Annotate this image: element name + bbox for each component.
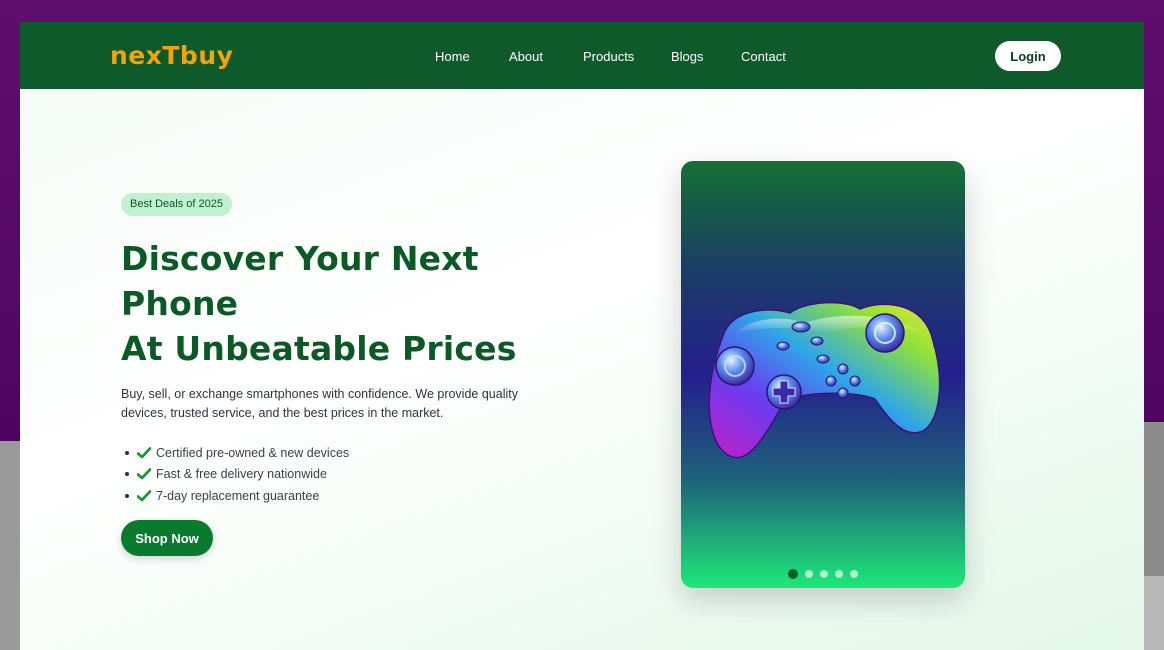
login-button[interactable]: Login [995, 41, 1061, 71]
hero-title-line-2: Phone [121, 284, 239, 323]
deals-badge: Best Deals of 2025 [121, 193, 232, 216]
bullet-dot [125, 450, 129, 455]
shop-now-button[interactable]: Shop Now [121, 520, 213, 556]
hero-description: Buy, sell, or exchange smartphones with … [121, 387, 518, 420]
carousel-dot-5[interactable] [850, 570, 858, 578]
hero-title: Discover Your Next Phone At Unbeatable P… [121, 236, 571, 371]
carousel-dot-4[interactable] [835, 570, 843, 578]
nav-link-contact[interactable]: Contact [741, 49, 786, 64]
hero-title-line-3: At Unbeatable Prices [121, 329, 517, 368]
nav-link-products[interactable]: Products [583, 49, 634, 64]
nav-link-home[interactable]: Home [435, 49, 470, 64]
navbar: nexTbuy Home About Products Blogs Contac… [20, 22, 1144, 89]
carousel-dot-3[interactable] [820, 570, 828, 578]
nav-link-about[interactable]: About [509, 49, 543, 64]
game-controller-icon [708, 301, 941, 459]
feature-list: Certified pre-owned & new devices Fast &… [125, 442, 349, 507]
carousel-dot-2[interactable] [805, 570, 813, 578]
background-right-strip [1144, 422, 1164, 576]
check-icon [137, 468, 151, 480]
check-icon [137, 489, 151, 502]
check-icon [137, 446, 151, 459]
feature-item: Certified pre-owned & new devices [125, 442, 349, 464]
hero-title-line-1: Discover Your Next [121, 239, 479, 278]
feature-item: 7-day replacement guarantee [125, 485, 349, 507]
page: nexTbuy Home About Products Blogs Contac… [20, 22, 1144, 650]
product-carousel[interactable] [681, 161, 965, 588]
feature-text: 7-day replacement guarantee [156, 488, 320, 503]
bullet-dot [125, 472, 129, 477]
bullet-dot [125, 493, 129, 498]
feature-item: Fast & free delivery nationwide [125, 464, 349, 486]
background-left-strip [0, 441, 20, 650]
nav-link-blogs[interactable]: Blogs [671, 49, 704, 64]
feature-text: Certified pre-owned & new devices [156, 445, 350, 460]
carousel-dots [681, 568, 965, 580]
carousel-dot-1[interactable] [788, 569, 798, 579]
feature-text: Fast & free delivery nationwide [156, 467, 327, 482]
nav-links: Home About Products Blogs Contact [20, 22, 1144, 89]
